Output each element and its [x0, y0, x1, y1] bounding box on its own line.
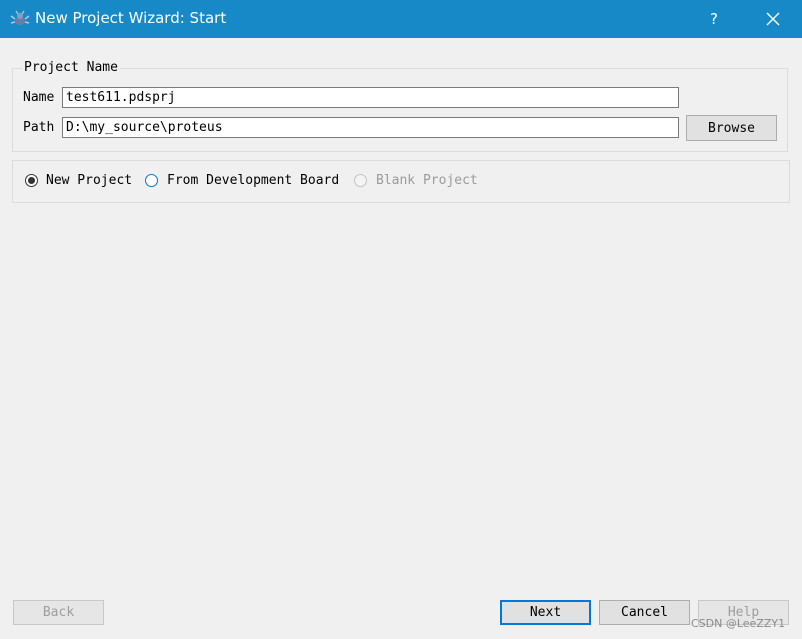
browse-button[interactable]: Browse: [686, 115, 777, 141]
window-title: New Project Wizard: Start: [35, 9, 227, 27]
radio-blank-project: [354, 174, 367, 187]
project-name-group: [12, 68, 788, 152]
close-button[interactable]: [750, 0, 796, 38]
next-button[interactable]: Next: [500, 600, 591, 625]
back-button: Back: [13, 600, 104, 625]
radio-label-blank-project: Blank Project: [376, 173, 478, 188]
radio-label-new-project[interactable]: New Project: [46, 172, 132, 190]
path-label: Path: [23, 120, 55, 135]
radio-from-development-board[interactable]: [145, 174, 158, 187]
radio-label-from-development-board[interactable]: From Development Board: [167, 172, 339, 190]
close-icon: [766, 12, 780, 26]
radio-new-project[interactable]: [25, 174, 38, 187]
group-legend: Project Name: [22, 60, 120, 76]
help-title-button[interactable]: ?: [700, 0, 728, 38]
path-input[interactable]: [62, 117, 679, 138]
title-bar: New Project Wizard: Start ?: [0, 0, 802, 38]
proteus-app-icon: [10, 10, 30, 28]
watermark: CSDN @LeeZZY1: [691, 617, 786, 630]
cancel-button[interactable]: Cancel: [599, 600, 690, 625]
name-input[interactable]: [62, 87, 679, 108]
name-label: Name: [23, 90, 55, 105]
